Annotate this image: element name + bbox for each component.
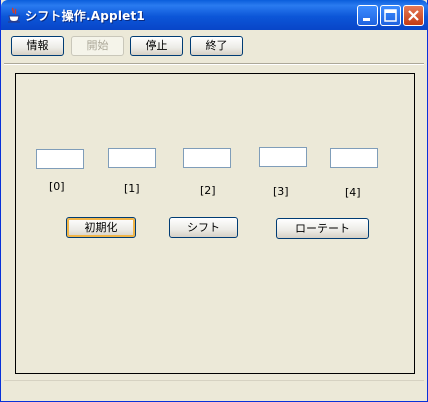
java-coffee-icon (7, 7, 21, 23)
applet-panel: [0] [1] [2] [3] [4] 初期化 シフト ローテート (15, 73, 415, 374)
rotate-button[interactable]: ローテート (276, 218, 369, 239)
index-label-0: [0] (49, 180, 65, 193)
array-field-3[interactable] (259, 147, 307, 167)
shift-button[interactable]: シフト (169, 217, 238, 238)
array-field-1[interactable] (108, 148, 156, 168)
index-label-2: [2] (200, 184, 216, 197)
toolbar: 情報 開始 停止 終了 (4, 30, 424, 62)
stop-button[interactable]: 停止 (130, 36, 183, 56)
index-label-1: [1] (124, 182, 140, 195)
array-field-2[interactable] (183, 148, 231, 168)
initialize-button[interactable]: 初期化 (66, 217, 136, 238)
minimize-icon (363, 18, 370, 21)
info-button[interactable]: 情報 (11, 36, 64, 56)
status-bar (4, 380, 424, 397)
maximize-button[interactable] (380, 5, 401, 26)
array-field-4[interactable] (330, 148, 378, 168)
start-button[interactable]: 開始 (71, 36, 124, 56)
minimize-button[interactable] (357, 5, 378, 26)
exit-button[interactable]: 終了 (190, 36, 243, 56)
close-icon (408, 10, 419, 21)
toolbar-divider (4, 63, 424, 65)
array-field-0[interactable] (36, 149, 84, 169)
applet-window: シフト操作.Applet1 情報 開始 停止 終了 [0] [1] [2] [3… (0, 0, 428, 402)
index-label-3: [3] (273, 185, 289, 198)
window-title: シフト操作.Applet1 (25, 9, 145, 23)
index-label-4: [4] (345, 186, 361, 199)
maximize-icon (384, 9, 397, 22)
close-button[interactable] (403, 5, 424, 26)
title-bar[interactable]: シフト操作.Applet1 (1, 0, 428, 30)
